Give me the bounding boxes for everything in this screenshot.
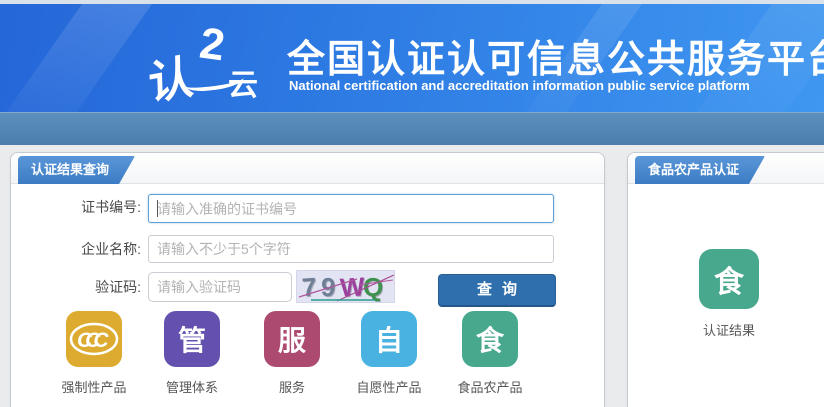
cert-no-input[interactable] xyxy=(148,194,554,223)
query-button[interactable]: 查询 xyxy=(438,274,556,307)
food-cert-result-item[interactable]: 食 认证结果 xyxy=(669,249,789,339)
category-management-system[interactable]: 管 管理体系 xyxy=(142,311,242,396)
page-title: 全国认证认可信息公共服务平台 xyxy=(287,28,824,83)
category-label: 服务 xyxy=(242,377,342,396)
category-services[interactable]: 服 服务 xyxy=(242,311,342,396)
services-glyph: 服 xyxy=(278,319,306,359)
page-subtitle: National certification and accreditation… xyxy=(289,78,750,93)
services-icon[interactable]: 服 xyxy=(264,311,320,367)
ccc-mark-icon[interactable]: CCC xyxy=(66,311,122,367)
food-icon[interactable]: 食 xyxy=(462,311,518,367)
food-panel-header: 食品农产品认证 xyxy=(628,153,824,184)
voluntary-icon[interactable]: 自 xyxy=(361,311,417,367)
site-logo[interactable]: 认 2 云 xyxy=(148,22,278,112)
voluntary-glyph: 自 xyxy=(375,319,403,359)
company-name-input[interactable] xyxy=(148,235,554,263)
captcha-input[interactable] xyxy=(148,272,292,302)
category-label: 自愿性产品 xyxy=(339,377,439,396)
food-panel: 食品农产品认证 食 认证结果 xyxy=(627,152,824,407)
logo-2-glyph: 2 xyxy=(197,19,228,72)
query-panel: 认证结果查询 证书编号: 企业名称: 验证码: 7 9 W Q 查询 CCC 强… xyxy=(10,152,605,407)
category-compulsory-products[interactable]: CCC 强制性产品 xyxy=(44,311,144,396)
food-cert-icon[interactable]: 食 xyxy=(699,249,759,309)
captcha-label: 验证码: xyxy=(11,277,141,297)
cert-no-label: 证书编号: xyxy=(11,197,141,217)
site-header: 认 2 云 全国认证认可信息公共服务平台 National certificat… xyxy=(0,4,824,112)
company-name-label: 企业名称: xyxy=(11,239,141,259)
food-cert-label: 认证结果 xyxy=(669,320,789,339)
ccc-glyph: CCC xyxy=(77,329,109,352)
food-cert-glyph: 食 xyxy=(714,257,744,301)
captcha-image[interactable]: 7 9 W Q xyxy=(296,270,395,303)
management-icon[interactable]: 管 xyxy=(164,311,220,367)
query-panel-header: 认证结果查询 xyxy=(11,153,604,184)
category-label: 强制性产品 xyxy=(44,377,144,396)
header-streak xyxy=(0,4,159,112)
food-glyph: 食 xyxy=(476,319,504,359)
nav-bar[interactable] xyxy=(0,112,824,145)
captcha-noise-lines xyxy=(297,271,395,303)
query-panel-tab[interactable]: 认证结果查询 xyxy=(18,156,135,184)
text-caret xyxy=(157,200,158,217)
category-label: 管理体系 xyxy=(142,377,242,396)
category-food-agriculture[interactable]: 食 食品农产品 xyxy=(440,311,540,396)
category-voluntary-products[interactable]: 自 自愿性产品 xyxy=(339,311,439,396)
food-panel-tab[interactable]: 食品农产品认证 xyxy=(635,156,765,184)
category-label: 食品农产品 xyxy=(440,377,540,396)
logo-yun-glyph: 云 xyxy=(228,60,258,104)
management-glyph: 管 xyxy=(178,319,206,359)
